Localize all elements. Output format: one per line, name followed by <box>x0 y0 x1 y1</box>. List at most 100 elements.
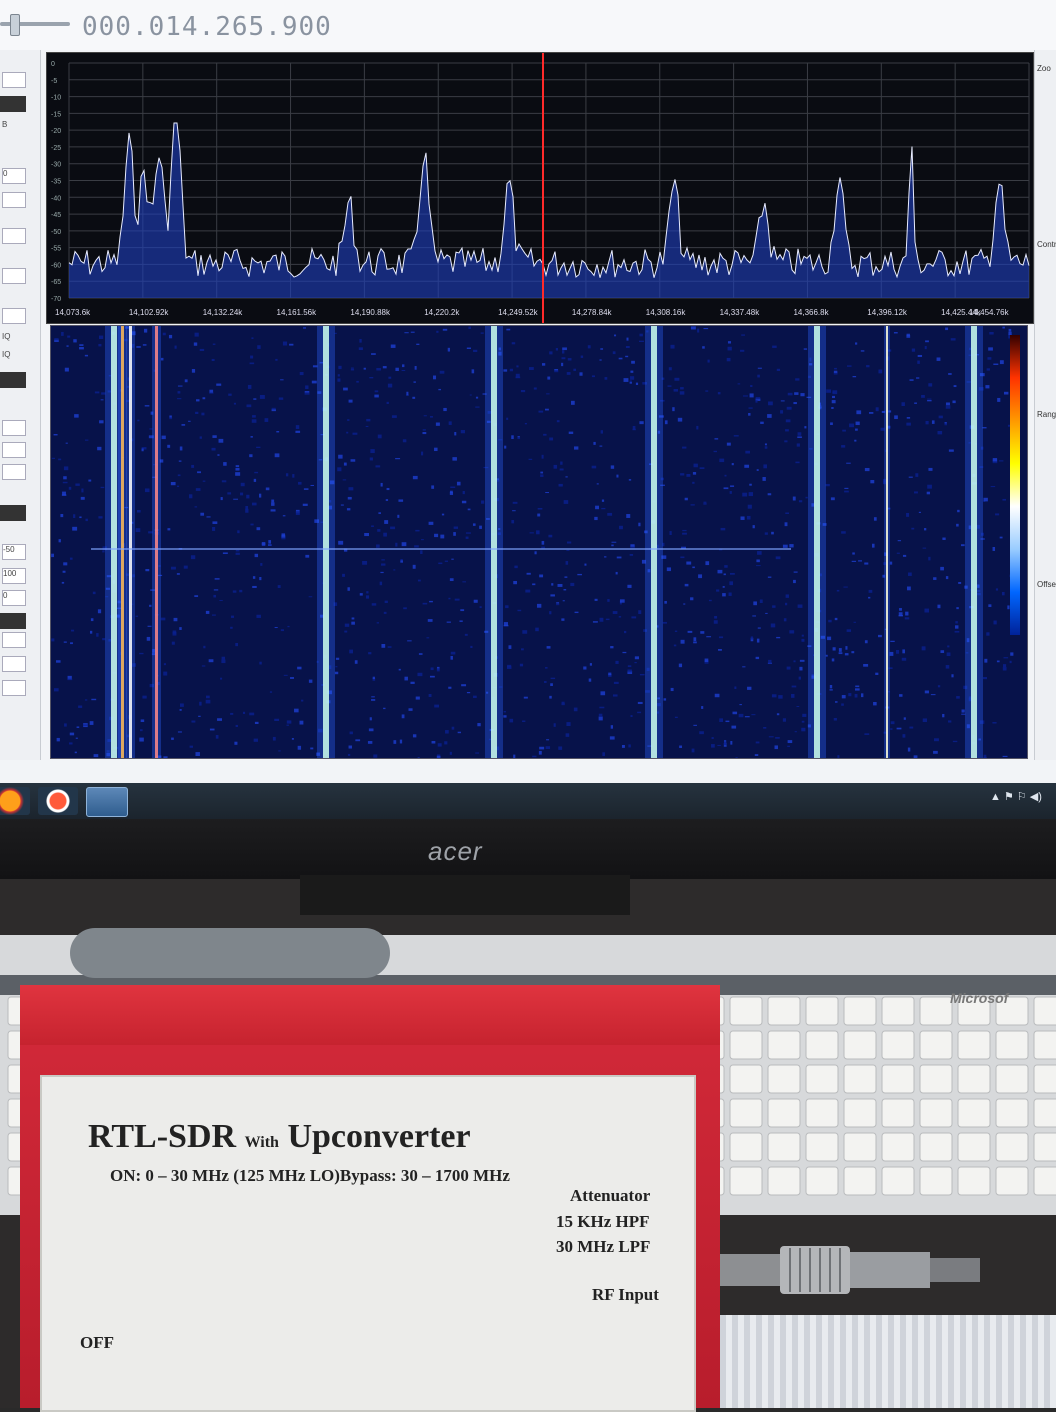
keyboard-key[interactable] <box>958 1167 990 1195</box>
panel-dropdown[interactable] <box>2 308 26 324</box>
panel-stepper[interactable] <box>2 464 26 480</box>
keyboard-key[interactable] <box>768 997 800 1025</box>
panel-stepper[interactable]: 100 <box>2 568 26 584</box>
waterfall-noise <box>630 376 634 380</box>
keyboard-key[interactable] <box>1034 1065 1056 1093</box>
keyboard-key[interactable] <box>882 997 914 1025</box>
waterfall-noise <box>348 487 353 490</box>
keyboard-key[interactable] <box>996 1167 1028 1195</box>
media-player-icon[interactable] <box>38 787 78 815</box>
keyboard-key[interactable] <box>1034 997 1056 1025</box>
waterfall-noise <box>551 678 555 679</box>
keyboard-key[interactable] <box>958 1065 990 1093</box>
panel-stepper[interactable]: 0 <box>2 590 26 606</box>
keyboard-key[interactable] <box>730 1065 762 1093</box>
keyboard-key[interactable] <box>730 1031 762 1059</box>
spectrum-plot[interactable]: 0-5-10-15-20-25-30-35-40-45-50-55-60-65-… <box>46 52 1034 324</box>
keyboard-key[interactable] <box>730 997 762 1025</box>
keyboard-key[interactable] <box>768 1065 800 1093</box>
keyboard-key[interactable] <box>806 1065 838 1093</box>
keyboard-key[interactable] <box>996 1065 1028 1093</box>
waterfall-noise <box>539 747 544 750</box>
media-keys-panel[interactable] <box>70 928 390 978</box>
keyboard-key[interactable] <box>806 1167 838 1195</box>
waterfall-noise <box>826 484 830 486</box>
keyboard-key[interactable] <box>920 1133 952 1161</box>
keyboard-key[interactable] <box>844 997 876 1025</box>
firefox-icon[interactable] <box>0 787 30 815</box>
waterfall-noise <box>453 532 456 536</box>
keyboard-key[interactable] <box>1034 1031 1056 1059</box>
panel-dropdown[interactable] <box>2 442 26 458</box>
keyboard-key[interactable] <box>920 1167 952 1195</box>
frequency-display[interactable]: 000.014.265.900 <box>82 12 332 42</box>
waterfall-noise <box>472 369 475 373</box>
keyboard-key[interactable] <box>844 1099 876 1127</box>
iq-checkbox-label[interactable]: IQ <box>2 332 24 346</box>
keyboard-key[interactable] <box>806 1133 838 1161</box>
panel-dropdown[interactable] <box>2 680 26 696</box>
keyboard-key[interactable] <box>768 1133 800 1161</box>
keyboard-key[interactable] <box>920 997 952 1025</box>
waterfall-noise <box>791 694 794 698</box>
keyboard-key[interactable] <box>882 1031 914 1059</box>
waterfall-noise <box>718 392 721 394</box>
waterfall-noise <box>95 391 100 393</box>
panel-stepper[interactable] <box>2 268 26 284</box>
panel-dropdown[interactable] <box>2 72 26 88</box>
panel-stepper[interactable]: -50 <box>2 544 26 560</box>
keyboard-key[interactable] <box>958 1031 990 1059</box>
keyboard-key[interactable] <box>844 1065 876 1093</box>
keyboard-key[interactable] <box>882 1099 914 1127</box>
waterfall-noise <box>434 448 438 451</box>
keyboard-key[interactable] <box>920 1065 952 1093</box>
panel-dropdown[interactable] <box>2 420 26 436</box>
iq-checkbox-label[interactable]: IQ <box>2 350 24 364</box>
waterfall-noise <box>470 395 472 396</box>
keyboard-key[interactable] <box>768 1167 800 1195</box>
keyboard-key[interactable] <box>806 1099 838 1127</box>
keyboard-key[interactable] <box>958 1133 990 1161</box>
keyboard-key[interactable] <box>806 997 838 1025</box>
keyboard-key[interactable] <box>844 1167 876 1195</box>
keyboard-key[interactable] <box>768 1031 800 1059</box>
keyboard-key[interactable] <box>730 1133 762 1161</box>
waterfall-noise <box>607 513 612 516</box>
waterfall-noise <box>387 488 390 490</box>
waterfall-noise <box>948 720 951 722</box>
slider-thumb[interactable] <box>10 14 20 36</box>
waterfall-noise <box>619 358 623 360</box>
waterfall-display[interactable] <box>50 325 1028 759</box>
keyboard-key[interactable] <box>730 1167 762 1195</box>
keyboard-key[interactable] <box>996 1133 1028 1161</box>
keyboard-key[interactable] <box>882 1065 914 1093</box>
keyboard-key[interactable] <box>1034 1167 1056 1195</box>
waterfall-noise <box>933 751 938 754</box>
keyboard-key[interactable] <box>920 1099 952 1127</box>
keyboard-key[interactable] <box>996 1099 1028 1127</box>
keyboard-key[interactable] <box>882 1167 914 1195</box>
keyboard-key[interactable] <box>806 1031 838 1059</box>
keyboard-key[interactable] <box>882 1133 914 1161</box>
keyboard-key[interactable] <box>844 1133 876 1161</box>
waterfall-noise <box>1002 327 1004 329</box>
sdr-app-icon[interactable] <box>86 787 128 817</box>
keyboard-key[interactable] <box>920 1031 952 1059</box>
system-tray[interactable]: ▲ ⚑ ⚐ ◀) <box>990 790 1042 803</box>
keyboard-key[interactable] <box>996 1031 1028 1059</box>
waterfall-noise <box>429 522 434 525</box>
waterfall-noise <box>640 334 643 337</box>
panel-dropdown[interactable] <box>2 656 26 672</box>
panel-stepper[interactable] <box>2 228 26 244</box>
waterfall-noise <box>428 619 433 622</box>
keyboard-key[interactable] <box>768 1099 800 1127</box>
panel-dropdown[interactable] <box>2 632 26 648</box>
panel-dropdown[interactable] <box>2 192 26 208</box>
keyboard-key[interactable] <box>844 1031 876 1059</box>
keyboard-key[interactable] <box>1034 1099 1056 1127</box>
keyboard-key[interactable] <box>1034 1133 1056 1161</box>
panel-stepper[interactable]: 0 <box>2 168 26 184</box>
keyboard-key[interactable] <box>958 1099 990 1127</box>
keyboard-key[interactable] <box>730 1099 762 1127</box>
waterfall-noise <box>206 611 209 614</box>
